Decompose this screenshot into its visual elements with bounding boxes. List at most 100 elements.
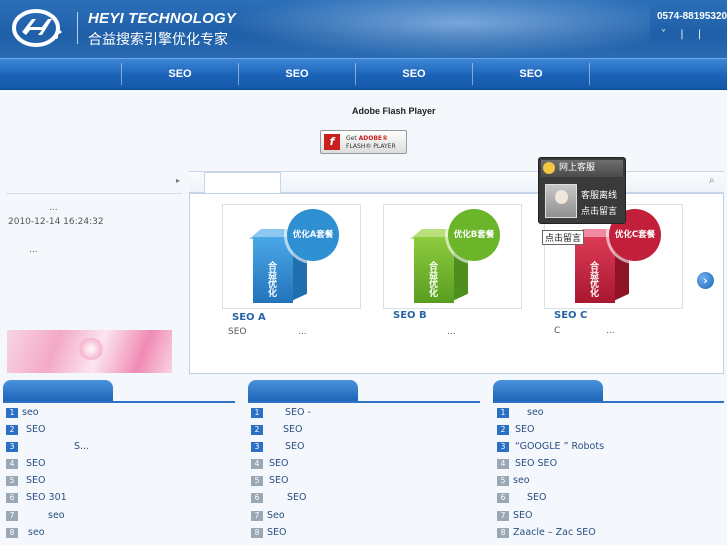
product-title-a[interactable]: SEO A — [232, 312, 266, 323]
header-background — [230, 0, 650, 58]
header-link-1[interactable]: ˅ — [661, 29, 666, 40]
list-item[interactable]: 4 SEO SEO — [497, 458, 557, 472]
nav-divider — [589, 63, 590, 85]
rank-badge: 6 — [6, 492, 18, 503]
rank-badge: 3 — [497, 441, 509, 452]
list-item[interactable]: 7 SEO — [497, 510, 533, 524]
list-item[interactable]: 7 seo — [6, 510, 65, 524]
rank-badge: 7 — [6, 510, 18, 521]
list-item[interactable]: 6 SEO — [497, 492, 547, 506]
header-link-3[interactable]: | — [698, 29, 701, 40]
get-flash-button[interactable]: f Get ADOBE® FLASH® PLAYER — [320, 130, 407, 154]
list-item[interactable]: 3 “GOOGLE ” Robots — [497, 441, 604, 455]
online-service-widget[interactable]: 网上客服 客服离线 点击留言 — [538, 157, 626, 224]
product-tab[interactable] — [204, 172, 281, 194]
list-item[interactable]: 2 SEO — [251, 424, 303, 438]
promo-banner[interactable] — [7, 330, 172, 373]
leave-message-link[interactable]: 点击留言 — [581, 204, 617, 217]
rank-badge: 8 — [251, 527, 263, 538]
list-item[interactable]: 3 SEO — [251, 441, 305, 455]
main-nav: SEO SEO SEO SEO — [0, 58, 727, 90]
tooltip: 点击留言 — [542, 230, 585, 245]
list-item[interactable]: 5 SEO — [6, 475, 46, 489]
nav-item-3[interactable]: SEO — [356, 59, 472, 89]
brand-name-en: HEYI TECHNOLOGY — [88, 10, 237, 27]
product-card-a[interactable]: 合益优化 优化A套餐 — [222, 204, 361, 309]
rank-badge: 2 — [497, 424, 509, 435]
logo-divider — [77, 12, 78, 44]
product-title-c[interactable]: SEO C — [554, 310, 587, 321]
product-desc-b-more: ... — [447, 327, 456, 337]
list-item[interactable]: 6 SEO 301 — [6, 492, 67, 506]
list-item[interactable]: 1 seo — [6, 407, 39, 421]
rank-badge: 2 — [6, 424, 18, 435]
list-underline — [3, 401, 235, 403]
list-item[interactable]: 1 SEO - — [251, 407, 311, 421]
get-flash-text: Get ADOBE® — [346, 135, 389, 142]
header-link-2[interactable]: | — [680, 29, 683, 40]
rank-badge: 6 — [497, 492, 509, 503]
package-seal: 优化A套餐 — [287, 209, 339, 261]
phone-number: 0574-88195320 — [657, 11, 727, 22]
rank-badge: 8 — [497, 527, 509, 538]
list-item[interactable]: 8 Zaacle – Zac SEO — [497, 527, 596, 541]
list-item[interactable]: 2 SEO — [6, 424, 46, 438]
rank-badge: 7 — [251, 510, 263, 521]
header-links: ˅ | | — [661, 29, 712, 40]
rank-badge: 1 — [497, 407, 509, 418]
list-item[interactable]: 1 seo — [497, 407, 544, 421]
list-item[interactable]: 7 Seo — [251, 510, 285, 524]
service-status: 客服离线 — [581, 191, 618, 201]
logo-icon[interactable] — [12, 7, 64, 49]
carousel-next-button[interactable]: › — [697, 272, 714, 289]
rank-badge: 3 — [6, 441, 18, 452]
list-underline — [493, 401, 724, 403]
product-desc-c: C — [554, 326, 561, 336]
rank-badge: 4 — [497, 458, 509, 469]
list-item[interactable]: 6 SEO — [251, 492, 307, 506]
rank-badge: 5 — [6, 475, 18, 486]
rank-badge: 6 — [251, 492, 263, 503]
site-header: HEYI TECHNOLOGY 合益搜索引擎优化专家 0574-88195320… — [0, 0, 727, 58]
list-item[interactable]: 8 SEO — [251, 527, 287, 541]
product-title-b[interactable]: SEO B — [393, 310, 427, 321]
news-title[interactable]: ... — [49, 203, 58, 213]
nav-item-4[interactable]: SEO — [473, 59, 589, 89]
rank-badge: 7 — [497, 510, 509, 521]
list-header-2[interactable] — [248, 380, 358, 402]
news-summary: ... — [29, 245, 38, 255]
search-icon[interactable]: ⌕ — [709, 175, 721, 187]
nav-item-2[interactable]: SEO — [239, 59, 355, 89]
list-item[interactable]: 4 SEO — [251, 458, 289, 472]
list-header-3[interactable] — [493, 380, 603, 402]
list-underline — [248, 401, 480, 403]
nav-item-1[interactable]: SEO — [122, 59, 238, 89]
flash-player-text: FLASH® PLAYER — [346, 143, 396, 150]
list-item[interactable]: 5 seo — [497, 475, 530, 489]
package-seal: 优化B套餐 — [448, 209, 500, 261]
list-item[interactable]: 3 S... — [6, 441, 89, 455]
list-item[interactable]: 5 SEO — [251, 475, 289, 489]
rank-badge: 3 — [251, 441, 263, 452]
chevron-right-icon[interactable]: ▸ — [176, 176, 180, 185]
rank-badge: 4 — [6, 458, 18, 469]
news-date: 2010-12-14 16:24:32 — [8, 217, 104, 227]
list-item[interactable]: 4 SEO — [6, 458, 46, 472]
brand-slogan: 合益搜索引擎优化专家 — [88, 32, 228, 48]
rank-badge: 4 — [251, 458, 263, 469]
rank-badge: 1 — [251, 407, 263, 418]
qq-icon — [543, 162, 555, 174]
rank-badge: 1 — [6, 407, 18, 418]
left-divider — [6, 193, 182, 194]
rank-badge: 2 — [251, 424, 263, 435]
list-item[interactable]: 8 seo — [6, 527, 45, 541]
avatar — [545, 184, 577, 218]
list-header-1[interactable] — [3, 380, 113, 402]
list-item[interactable]: 2 SEO — [497, 424, 535, 438]
product-desc-c-more: ... — [606, 326, 615, 336]
rank-badge: 8 — [6, 527, 18, 538]
product-desc-a-more: ... — [298, 327, 307, 337]
flash-icon: f — [324, 134, 340, 150]
product-desc-a: SEO — [228, 327, 247, 337]
product-card-b[interactable]: 合益优化 优化B套餐 — [383, 204, 522, 309]
